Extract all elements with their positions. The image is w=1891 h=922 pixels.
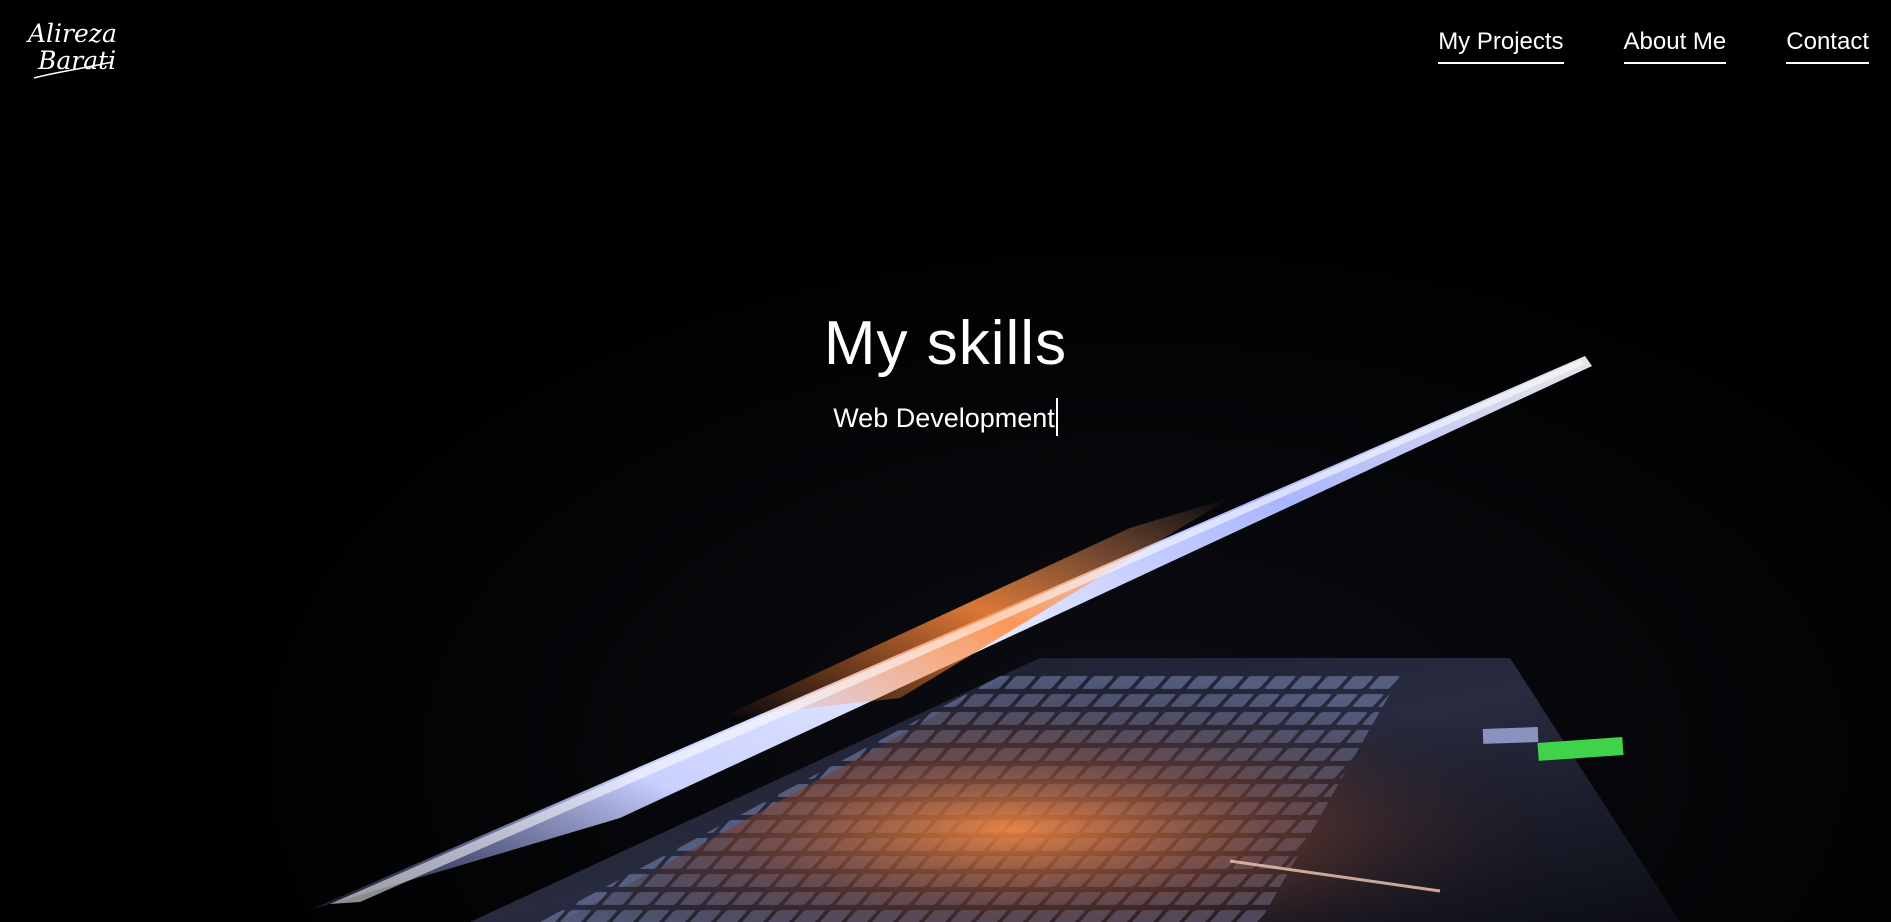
laptop-background-image [310, 356, 1680, 922]
main-nav: My Projects About Me Contact [1438, 28, 1869, 64]
laptop-sticker [1482, 727, 1539, 744]
typing-cursor [1055, 398, 1058, 436]
nav-contact[interactable]: Contact [1786, 28, 1869, 64]
hero-subtitle: Web Development [833, 403, 1055, 433]
logo-line-2: Barati [37, 46, 116, 75]
logo-signature: Alireza Barati [26, 19, 116, 79]
nav-my-projects[interactable]: My Projects [1438, 28, 1564, 64]
hero-title: My skills [823, 309, 1068, 378]
nav-about-me[interactable]: About Me [1623, 28, 1727, 64]
hero-section: My skills Web Development [0, 98, 1891, 922]
logo[interactable]: Alireza Barati [26, 16, 116, 82]
page: Alireza Barati My Projects About Me Cont… [0, 0, 1891, 922]
site-header: Alireza Barati My Projects About Me Cont… [0, 0, 1891, 98]
keyboard-glow [560, 658, 1560, 922]
logo-line-1: Alireza [26, 19, 116, 48]
hero-subtitle-wrap: Web Development [0, 398, 1891, 436]
